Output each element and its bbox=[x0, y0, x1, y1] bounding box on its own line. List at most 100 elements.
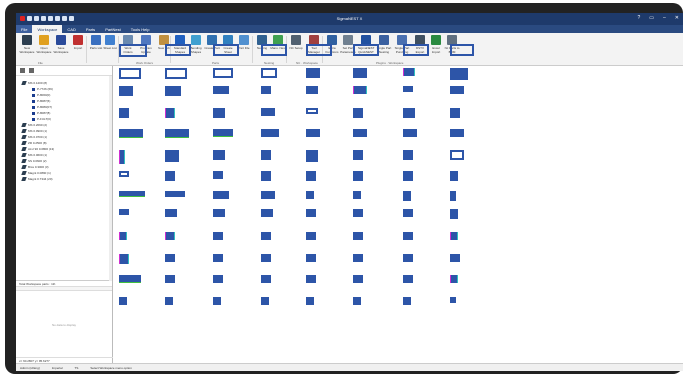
nested-part[interactable] bbox=[353, 191, 361, 199]
open-folder-button[interactable]: Open Workspace bbox=[36, 35, 52, 61]
nested-part[interactable] bbox=[403, 191, 411, 201]
nested-part[interactable] bbox=[353, 150, 363, 160]
close-button[interactable]: ✕ bbox=[675, 15, 679, 21]
nested-part[interactable] bbox=[450, 191, 456, 201]
minimize-button[interactable]: – bbox=[663, 15, 666, 21]
nested-part[interactable] bbox=[165, 254, 175, 262]
nested-part[interactable] bbox=[213, 150, 225, 160]
import-button[interactable]: Import bbox=[70, 35, 86, 61]
tab-cad[interactable]: CAD bbox=[62, 25, 80, 33]
nested-part[interactable] bbox=[403, 86, 413, 92]
nested-part[interactable] bbox=[213, 68, 233, 78]
nested-part[interactable] bbox=[119, 108, 129, 118]
nested-part[interactable] bbox=[165, 44, 191, 56]
nested-part[interactable] bbox=[213, 232, 223, 240]
nested-part[interactable] bbox=[213, 86, 229, 94]
nested-part[interactable] bbox=[261, 129, 279, 137]
nested-part[interactable] bbox=[261, 297, 269, 305]
tab-partnest[interactable]: PartNest bbox=[100, 25, 126, 33]
nested-part[interactable] bbox=[165, 232, 175, 240]
nested-part[interactable] bbox=[353, 254, 363, 262]
nested-part[interactable] bbox=[306, 232, 316, 240]
nested-part[interactable] bbox=[353, 232, 363, 240]
nested-part[interactable] bbox=[213, 275, 223, 283]
nested-part[interactable] bbox=[213, 129, 233, 137]
nested-part[interactable] bbox=[353, 44, 379, 56]
nested-part[interactable] bbox=[165, 150, 179, 162]
nested-part[interactable] bbox=[306, 275, 316, 283]
nested-part[interactable] bbox=[213, 254, 223, 262]
nested-part[interactable] bbox=[403, 68, 415, 76]
nested-part[interactable] bbox=[119, 68, 141, 79]
nested-part[interactable] bbox=[165, 86, 181, 96]
nested-part[interactable] bbox=[450, 44, 474, 56]
nested-part[interactable] bbox=[306, 209, 316, 217]
nested-part[interactable] bbox=[261, 209, 273, 217]
parts-canvas[interactable] bbox=[113, 44, 683, 363]
nested-part[interactable] bbox=[403, 275, 413, 283]
nested-part[interactable] bbox=[261, 232, 271, 240]
nested-part[interactable] bbox=[165, 191, 185, 197]
nested-part[interactable] bbox=[165, 68, 187, 79]
nested-part[interactable] bbox=[306, 108, 318, 114]
nested-part[interactable] bbox=[306, 297, 314, 305]
nested-part[interactable] bbox=[450, 171, 458, 181]
nested-part[interactable] bbox=[213, 108, 225, 118]
nested-part[interactable] bbox=[403, 44, 429, 56]
nested-part[interactable] bbox=[403, 297, 411, 305]
nested-part[interactable] bbox=[261, 254, 271, 262]
nested-part[interactable] bbox=[306, 129, 320, 137]
nested-part[interactable] bbox=[213, 44, 239, 56]
nested-part[interactable] bbox=[353, 209, 363, 217]
nested-part[interactable] bbox=[403, 129, 417, 137]
nested-part[interactable] bbox=[353, 171, 363, 181]
tab-file[interactable]: File bbox=[16, 25, 33, 33]
nested-part[interactable] bbox=[213, 171, 223, 179]
nested-part[interactable] bbox=[119, 171, 129, 177]
nested-part[interactable] bbox=[353, 68, 367, 78]
nested-part[interactable] bbox=[450, 150, 464, 160]
nested-part[interactable] bbox=[450, 209, 458, 219]
nested-part[interactable] bbox=[306, 171, 316, 181]
nested-part[interactable] bbox=[165, 171, 175, 181]
nested-part[interactable] bbox=[165, 297, 173, 305]
sheet-list-button[interactable]: Sheet List bbox=[102, 35, 118, 61]
nested-part[interactable] bbox=[306, 68, 320, 78]
nested-part[interactable] bbox=[403, 232, 413, 240]
nested-part[interactable] bbox=[165, 108, 175, 118]
tree-node-material[interactable]: Magnt 0.7344 (20) bbox=[16, 176, 112, 182]
list-view-icon[interactable] bbox=[29, 68, 34, 73]
tab-tools-help[interactable]: Tools Help bbox=[126, 25, 155, 33]
nested-part[interactable] bbox=[306, 86, 318, 94]
nested-part[interactable] bbox=[450, 68, 468, 80]
nested-part[interactable] bbox=[403, 171, 413, 181]
nested-part[interactable] bbox=[119, 275, 141, 283]
nested-part[interactable] bbox=[403, 254, 413, 262]
nested-part[interactable] bbox=[213, 191, 229, 199]
new-workspace-button[interactable]: New Workspace bbox=[19, 35, 35, 61]
nested-part[interactable] bbox=[306, 44, 332, 56]
nested-part[interactable] bbox=[403, 150, 413, 160]
tree-view-icon[interactable] bbox=[20, 68, 25, 73]
nested-part[interactable] bbox=[450, 129, 464, 137]
nested-part[interactable] bbox=[165, 209, 177, 217]
nested-part[interactable] bbox=[119, 191, 145, 197]
excel-import-button[interactable]: Excel Import bbox=[428, 35, 444, 61]
nc-setup-button[interactable]: NC Setup bbox=[288, 35, 304, 61]
save-button[interactable]: Save Workspace bbox=[53, 35, 69, 61]
nested-part[interactable] bbox=[353, 129, 367, 137]
nested-part[interactable] bbox=[450, 86, 464, 94]
nested-part[interactable] bbox=[119, 86, 133, 96]
nested-part[interactable] bbox=[353, 297, 361, 305]
nested-part[interactable] bbox=[306, 150, 318, 162]
tab-parts[interactable]: Parts bbox=[81, 25, 100, 33]
nested-part[interactable] bbox=[213, 297, 221, 305]
nested-part[interactable] bbox=[261, 150, 271, 160]
nested-part[interactable] bbox=[306, 191, 314, 199]
nested-part[interactable] bbox=[261, 191, 275, 199]
nested-part[interactable] bbox=[403, 209, 413, 217]
nested-part[interactable] bbox=[450, 275, 458, 283]
tab-workspace[interactable]: Workspace bbox=[32, 25, 63, 33]
nested-part[interactable] bbox=[261, 44, 287, 56]
nested-part[interactable] bbox=[119, 209, 129, 215]
